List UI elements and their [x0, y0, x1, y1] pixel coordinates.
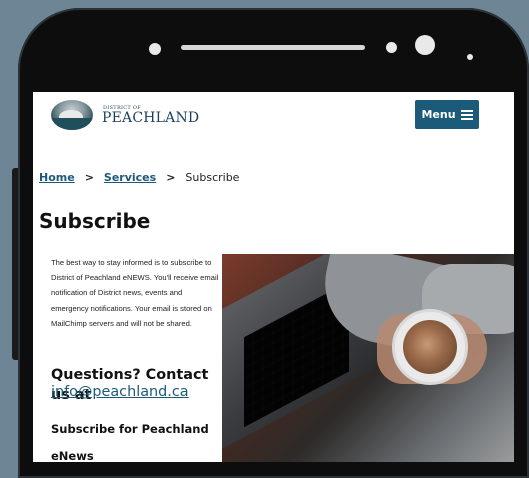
- breadcrumb: Home > Services > Subscribe: [39, 171, 239, 184]
- email-link[interactable]: info@peachland.ca: [51, 384, 189, 400]
- laptop-coffee-photo: [222, 254, 514, 462]
- breadcrumb-services-link[interactable]: Services: [104, 171, 156, 184]
- subscribe-heading: Subscribe for Peachland eNews: [51, 422, 209, 462]
- breadcrumb-current: Subscribe: [185, 171, 240, 184]
- page-title: Subscribe: [39, 209, 151, 233]
- site-header: DISTRICT OF PEACHLAND Menu: [33, 92, 514, 142]
- breadcrumb-separator: >: [84, 171, 94, 184]
- menu-button[interactable]: Menu: [415, 100, 479, 129]
- front-camera: [415, 35, 435, 55]
- breadcrumb-separator: >: [166, 171, 176, 184]
- hamburger-icon: [460, 108, 473, 122]
- peachland-logo-icon[interactable]: [51, 100, 93, 130]
- speaker-grille: [181, 45, 365, 50]
- menu-label: Menu: [421, 108, 456, 121]
- logo-peachland-text[interactable]: PEACHLAND: [102, 110, 199, 126]
- camera-dot: [149, 43, 161, 55]
- sensor-dot: [386, 42, 397, 53]
- indicator-dot: [467, 54, 473, 60]
- coffee-cup-image: [392, 309, 468, 385]
- breadcrumb-home-link[interactable]: Home: [39, 171, 75, 184]
- intro-paragraph: The best way to stay informed is to subs…: [51, 258, 219, 328]
- phone-screen: DISTRICT OF PEACHLAND Menu Home > Servic…: [33, 92, 514, 462]
